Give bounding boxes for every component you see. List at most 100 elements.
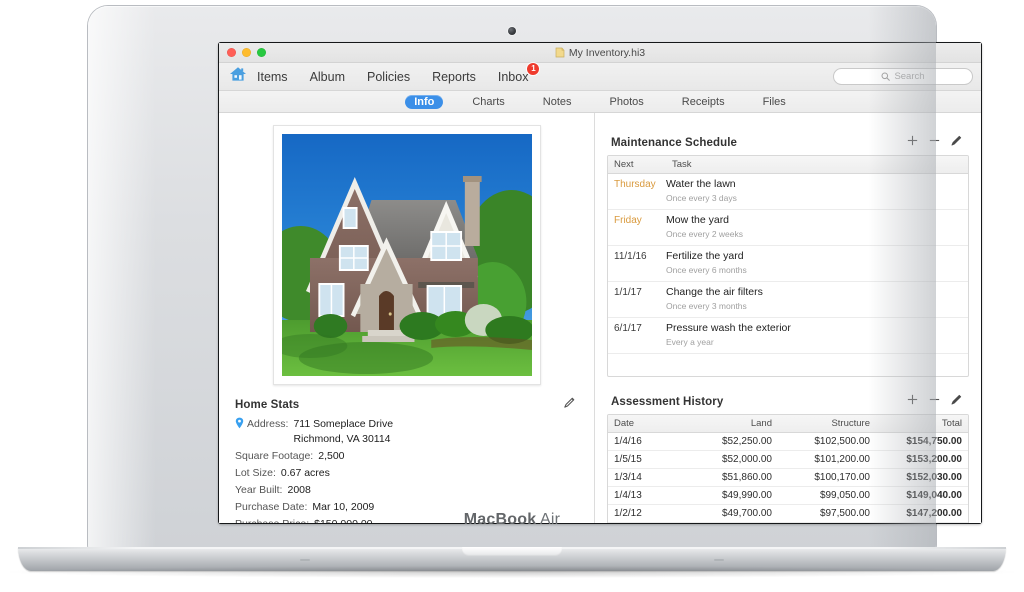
tab-charts[interactable]: Charts <box>463 95 513 109</box>
content-area: Home Stats Address: 711 Someplace Drive … <box>219 113 981 523</box>
maintenance-actions <box>906 134 969 152</box>
assessment-table: Date Land Structure Total 1/4/16 $52,250… <box>607 414 969 523</box>
right-pane: Maintenance Schedule Next Task Thursday … <box>595 113 981 523</box>
assessment-date: 1/4/13 <box>614 490 642 501</box>
assessment-total: $154,750.00 <box>906 436 962 447</box>
toolbar-nav: Items Album Policies Reports Inbox 1 <box>257 62 540 84</box>
search-input[interactable]: Search <box>833 68 973 85</box>
laptop-lid: My Inventory.hi3 Items Album Policies Re… <box>88 6 982 551</box>
device-brand-label: MacBook Air <box>88 511 936 529</box>
assessment-land: $49,990.00 <box>721 490 772 501</box>
maintenance-task-cell: Pressure wash the exterior Every a year <box>666 318 968 353</box>
edit-assessment-button[interactable] <box>950 394 963 408</box>
stat-value: 2008 <box>287 484 311 496</box>
table-empty-row <box>608 354 968 376</box>
nav-label: Album <box>309 69 345 84</box>
maintenance-next-date: Thursday <box>614 179 656 190</box>
table-row[interactable]: Friday Mow the yard Once every 2 weeks <box>608 210 968 246</box>
window-titlebar: My Inventory.hi3 <box>219 43 981 63</box>
app-window: My Inventory.hi3 Items Album Policies Re… <box>219 43 981 523</box>
tab-photos[interactable]: Photos <box>601 95 653 109</box>
assessment-date: 1/3/14 <box>614 472 642 483</box>
address-value: 711 Someplace Drive Richmond, VA 30114 <box>288 417 393 447</box>
nav-item-items[interactable]: Items <box>257 70 288 84</box>
laptop-shadow <box>10 566 1014 578</box>
assessment-total: $152,030.00 <box>906 472 962 483</box>
maintenance-task-cell: Mow the yard Once every 2 weeks <box>666 210 968 245</box>
left-pane: Home Stats Address: 711 Someplace Drive … <box>219 113 595 523</box>
nav-item-reports[interactable]: Reports <box>432 70 476 84</box>
add-assessment-button[interactable] <box>906 393 919 411</box>
nav-item-album[interactable]: Album <box>310 70 345 84</box>
search-icon <box>881 68 891 86</box>
tab-bar: Info Charts Notes Photos Receipts Files <box>219 91 981 113</box>
nav-item-inbox[interactable]: Inbox 1 <box>497 62 540 84</box>
address-label: Address: <box>247 418 289 430</box>
remove-assessment-button[interactable] <box>928 395 941 408</box>
pencil-icon <box>563 396 576 414</box>
tab-receipts[interactable]: Receipts <box>673 95 734 109</box>
nav-label: Reports <box>432 69 476 84</box>
nav-label: Inbox <box>497 69 529 84</box>
assessment-land: $52,000.00 <box>721 454 772 465</box>
maintenance-task-frequency: Once every 3 days <box>666 193 737 203</box>
location-pin-icon <box>235 417 244 429</box>
address-line-1: 711 Someplace Drive <box>293 418 394 430</box>
tab-notes[interactable]: Notes <box>534 95 581 109</box>
table-row[interactable]: 11/1/16 Fertilize the yard Once every 6 … <box>608 246 968 282</box>
assessment-header: Assessment History <box>611 393 969 411</box>
minus-icon <box>928 134 941 152</box>
table-row[interactable]: 1/1/17 Change the air filters Once every… <box>608 282 968 318</box>
photo-frame[interactable] <box>272 125 541 385</box>
column-header-structure[interactable]: Structure <box>778 415 876 432</box>
table-row[interactable]: 1/4/13 $49,990.00 $99,050.00 $149,040.00 <box>608 487 968 505</box>
remove-maintenance-button[interactable] <box>928 136 941 149</box>
inbox-badge: 1 <box>527 62 540 75</box>
edit-home-stats-button[interactable] <box>563 396 576 414</box>
edit-maintenance-button[interactable] <box>950 135 963 149</box>
tab-files[interactable]: Files <box>754 95 795 109</box>
maintenance-table-header: Next Task <box>608 156 968 174</box>
screen-bezel: My Inventory.hi3 Items Album Policies Re… <box>218 42 982 524</box>
table-row[interactable]: 1/4/16 $52,250.00 $102,500.00 $154,750.0… <box>608 433 968 451</box>
tab-info[interactable]: Info <box>405 94 444 109</box>
document-title: My Inventory.hi3 <box>568 46 646 59</box>
column-header-date[interactable]: Date <box>608 415 680 432</box>
assessment-total: $149,040.00 <box>906 490 962 501</box>
maintenance-next-date: 11/1/16 <box>614 251 647 262</box>
maintenance-header: Maintenance Schedule <box>611 134 969 152</box>
minus-icon <box>928 393 941 411</box>
assessment-land: $52,250.00 <box>721 436 772 447</box>
maintenance-task-cell: Fertilize the yard Once every 6 months <box>666 246 968 281</box>
maintenance-task-name: Pressure wash the exterior <box>666 322 791 334</box>
maintenance-task-frequency: Once every 6 months <box>666 265 747 275</box>
screenshot-stage: My Inventory.hi3 Items Album Policies Re… <box>0 0 1024 592</box>
home-stats-header: Home Stats <box>235 396 582 414</box>
maintenance-task-frequency: Once every 3 months <box>666 301 747 311</box>
assessment-structure: $101,200.00 <box>814 454 870 465</box>
nav-label: Items <box>257 69 288 84</box>
plus-icon <box>906 393 919 411</box>
plus-icon <box>906 134 919 152</box>
column-header-next[interactable]: Next <box>608 156 666 173</box>
tab-label: Notes <box>542 95 572 108</box>
add-maintenance-button[interactable] <box>906 134 919 152</box>
table-row[interactable]: 1/3/14 $51,860.00 $100,170.00 $152,030.0… <box>608 469 968 487</box>
base-notch <box>462 547 562 556</box>
tab-label: Photos <box>609 95 644 108</box>
maintenance-task-name: Water the lawn <box>666 178 736 190</box>
column-header-land[interactable]: Land <box>680 415 778 432</box>
webcam-icon <box>508 27 516 35</box>
table-row[interactable]: 1/5/15 $52,000.00 $101,200.00 $153,200.0… <box>608 451 968 469</box>
tab-label: Info <box>414 95 435 108</box>
column-header-task[interactable]: Task <box>666 156 968 173</box>
nav-item-policies[interactable]: Policies <box>367 70 410 84</box>
stat-row-address: Address: 711 Someplace Drive Richmond, V… <box>235 417 582 447</box>
stat-label: Square Footage: <box>235 450 314 462</box>
assessment-title: Assessment History <box>611 395 724 408</box>
address-line-2: Richmond, VA 30114 <box>293 433 391 445</box>
column-header-total[interactable]: Total <box>876 415 968 432</box>
home-button[interactable] <box>227 66 249 88</box>
table-row[interactable]: 6/1/17 Pressure wash the exterior Every … <box>608 318 968 354</box>
table-row[interactable]: Thursday Water the lawn Once every 3 day… <box>608 174 968 210</box>
